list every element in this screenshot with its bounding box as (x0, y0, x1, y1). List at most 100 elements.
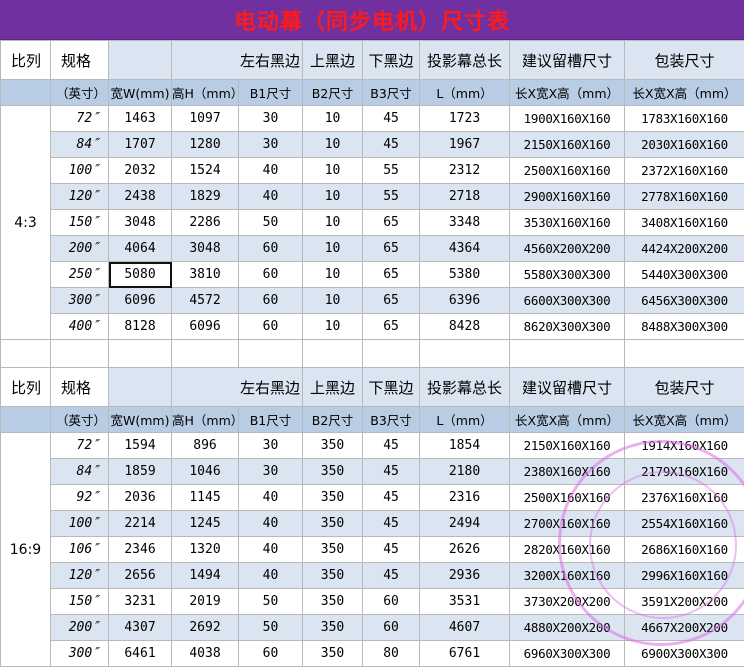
cell-pack[interactable]: 3408X160X160 (625, 210, 744, 236)
cell-h[interactable]: 2019 (172, 589, 239, 615)
header-cell[interactable] (109, 368, 172, 407)
cell-l[interactable]: 2718 (420, 184, 510, 210)
cell-b3[interactable]: 55 (363, 158, 420, 184)
cell-w[interactable]: 1859 (109, 459, 172, 485)
cell-slot[interactable]: 2900X160X160 (510, 184, 625, 210)
header-cell[interactable]: 下黑边 (363, 41, 420, 80)
cell-size[interactable]: 120″ (51, 563, 109, 589)
cell-pack[interactable]: 2554X160X160 (625, 511, 744, 537)
cell-h[interactable]: 3048 (172, 236, 239, 262)
header-cell[interactable]: 下黑边 (363, 368, 420, 407)
subheader-cell[interactable]: 高H（mm） (172, 407, 239, 433)
subheader-cell[interactable]: B1尺寸 (239, 80, 303, 106)
cell-pack[interactable]: 8488X300X300 (625, 314, 744, 340)
cell-h[interactable]: 4038 (172, 641, 239, 667)
subheader-cell[interactable]: L（mm） (420, 80, 510, 106)
cell-slot[interactable]: 2500X160X160 (510, 485, 625, 511)
cell-slot[interactable]: 2150X160X160 (510, 132, 625, 158)
cell-l[interactable]: 3348 (420, 210, 510, 236)
cell-b1[interactable]: 40 (239, 537, 303, 563)
empty-cell[interactable] (239, 340, 303, 368)
cell-size[interactable]: 100″ (51, 511, 109, 537)
cell-slot[interactable]: 5580X300X300 (510, 262, 625, 288)
cell-h[interactable]: 1320 (172, 537, 239, 563)
cell-w[interactable]: 2032 (109, 158, 172, 184)
cell-b2[interactable]: 350 (303, 511, 363, 537)
empty-cell[interactable] (625, 340, 744, 368)
cell-h[interactable]: 1280 (172, 132, 239, 158)
header-cell[interactable]: 投影幕总长 (420, 368, 510, 407)
cell-b3[interactable]: 65 (363, 262, 420, 288)
cell-b3[interactable]: 45 (363, 132, 420, 158)
cell-pack[interactable]: 6456X300X300 (625, 288, 744, 314)
cell-slot[interactable]: 6960X300X300 (510, 641, 625, 667)
cell-b2[interactable]: 10 (303, 132, 363, 158)
subheader-cell[interactable]: B2尺寸 (303, 407, 363, 433)
cell-b2[interactable]: 10 (303, 314, 363, 340)
cell-size[interactable]: 400″ (51, 314, 109, 340)
cell-slot[interactable]: 2700X160X160 (510, 511, 625, 537)
subheader-cell[interactable]: B3尺寸 (363, 407, 420, 433)
subheader-cell[interactable]: B2尺寸 (303, 80, 363, 106)
cell-b3[interactable]: 45 (363, 537, 420, 563)
header-cell[interactable]: 上黑边 (303, 368, 363, 407)
cell-slot[interactable]: 1900X160X160 (510, 106, 625, 132)
cell-pack[interactable]: 4424X200X200 (625, 236, 744, 262)
cell-b1[interactable]: 60 (239, 641, 303, 667)
cell-b2[interactable]: 350 (303, 485, 363, 511)
cell-h[interactable]: 896 (172, 433, 239, 459)
cell-pack[interactable]: 3591X200X200 (625, 589, 744, 615)
cell-b3[interactable]: 65 (363, 288, 420, 314)
cell-size[interactable]: 100″ (51, 158, 109, 184)
cell-b1[interactable]: 40 (239, 485, 303, 511)
subheader-cell[interactable]: 高H（mm） (172, 80, 239, 106)
cell-l[interactable]: 5380 (420, 262, 510, 288)
cell-b2[interactable]: 350 (303, 589, 363, 615)
cell-w[interactable]: 8128 (109, 314, 172, 340)
cell-l[interactable]: 2936 (420, 563, 510, 589)
cell-l[interactable]: 1854 (420, 433, 510, 459)
cell-w[interactable]: 4064 (109, 236, 172, 262)
cell-b1[interactable]: 60 (239, 288, 303, 314)
cell-h[interactable]: 1046 (172, 459, 239, 485)
cell-b2[interactable]: 350 (303, 433, 363, 459)
cell-size[interactable]: 150″ (51, 589, 109, 615)
cell-slot[interactable]: 2820X160X160 (510, 537, 625, 563)
subheader-cell[interactable]: 长X宽X高（mm） (625, 80, 744, 106)
cell-b1[interactable]: 40 (239, 511, 303, 537)
cell-b1[interactable]: 50 (239, 615, 303, 641)
cell-slot[interactable]: 2150X160X160 (510, 433, 625, 459)
cell-pack[interactable]: 2376X160X160 (625, 485, 744, 511)
empty-cell[interactable] (363, 340, 420, 368)
subheader-cell[interactable]: （英寸） (51, 80, 109, 106)
cell-b2[interactable]: 10 (303, 158, 363, 184)
empty-cell[interactable] (51, 340, 109, 368)
cell-pack[interactable]: 5440X300X300 (625, 262, 744, 288)
cell-pack[interactable]: 6900X300X300 (625, 641, 744, 667)
cell-pack[interactable]: 2372X160X160 (625, 158, 744, 184)
cell-b3[interactable]: 45 (363, 511, 420, 537)
cell-slot[interactable]: 8620X300X300 (510, 314, 625, 340)
ratio-cell[interactable]: 16:9 (1, 433, 51, 667)
cell-l[interactable]: 6396 (420, 288, 510, 314)
header-cell[interactable]: 规格 (51, 41, 109, 80)
cell-pack[interactable]: 1783X160X160 (625, 106, 744, 132)
cell-slot[interactable]: 3200X160X160 (510, 563, 625, 589)
cell-size[interactable]: 120″ (51, 184, 109, 210)
header-cell[interactable] (109, 41, 172, 80)
empty-cell[interactable] (303, 340, 363, 368)
cell-b1[interactable]: 40 (239, 563, 303, 589)
cell-slot[interactable]: 3730X200X200 (510, 589, 625, 615)
subheader-cell[interactable]: 长X宽X高（mm） (625, 407, 744, 433)
cell-size[interactable]: 200″ (51, 615, 109, 641)
cell-b2[interactable]: 10 (303, 262, 363, 288)
cell-slot[interactable]: 4560X200X200 (510, 236, 625, 262)
cell-b3[interactable]: 65 (363, 210, 420, 236)
cell-b2[interactable]: 350 (303, 563, 363, 589)
cell-b3[interactable]: 45 (363, 459, 420, 485)
cell-l[interactable]: 1723 (420, 106, 510, 132)
cell-l[interactable]: 6761 (420, 641, 510, 667)
cell-h[interactable]: 1097 (172, 106, 239, 132)
cell-h[interactable]: 1829 (172, 184, 239, 210)
cell-size[interactable]: 250″ (51, 262, 109, 288)
